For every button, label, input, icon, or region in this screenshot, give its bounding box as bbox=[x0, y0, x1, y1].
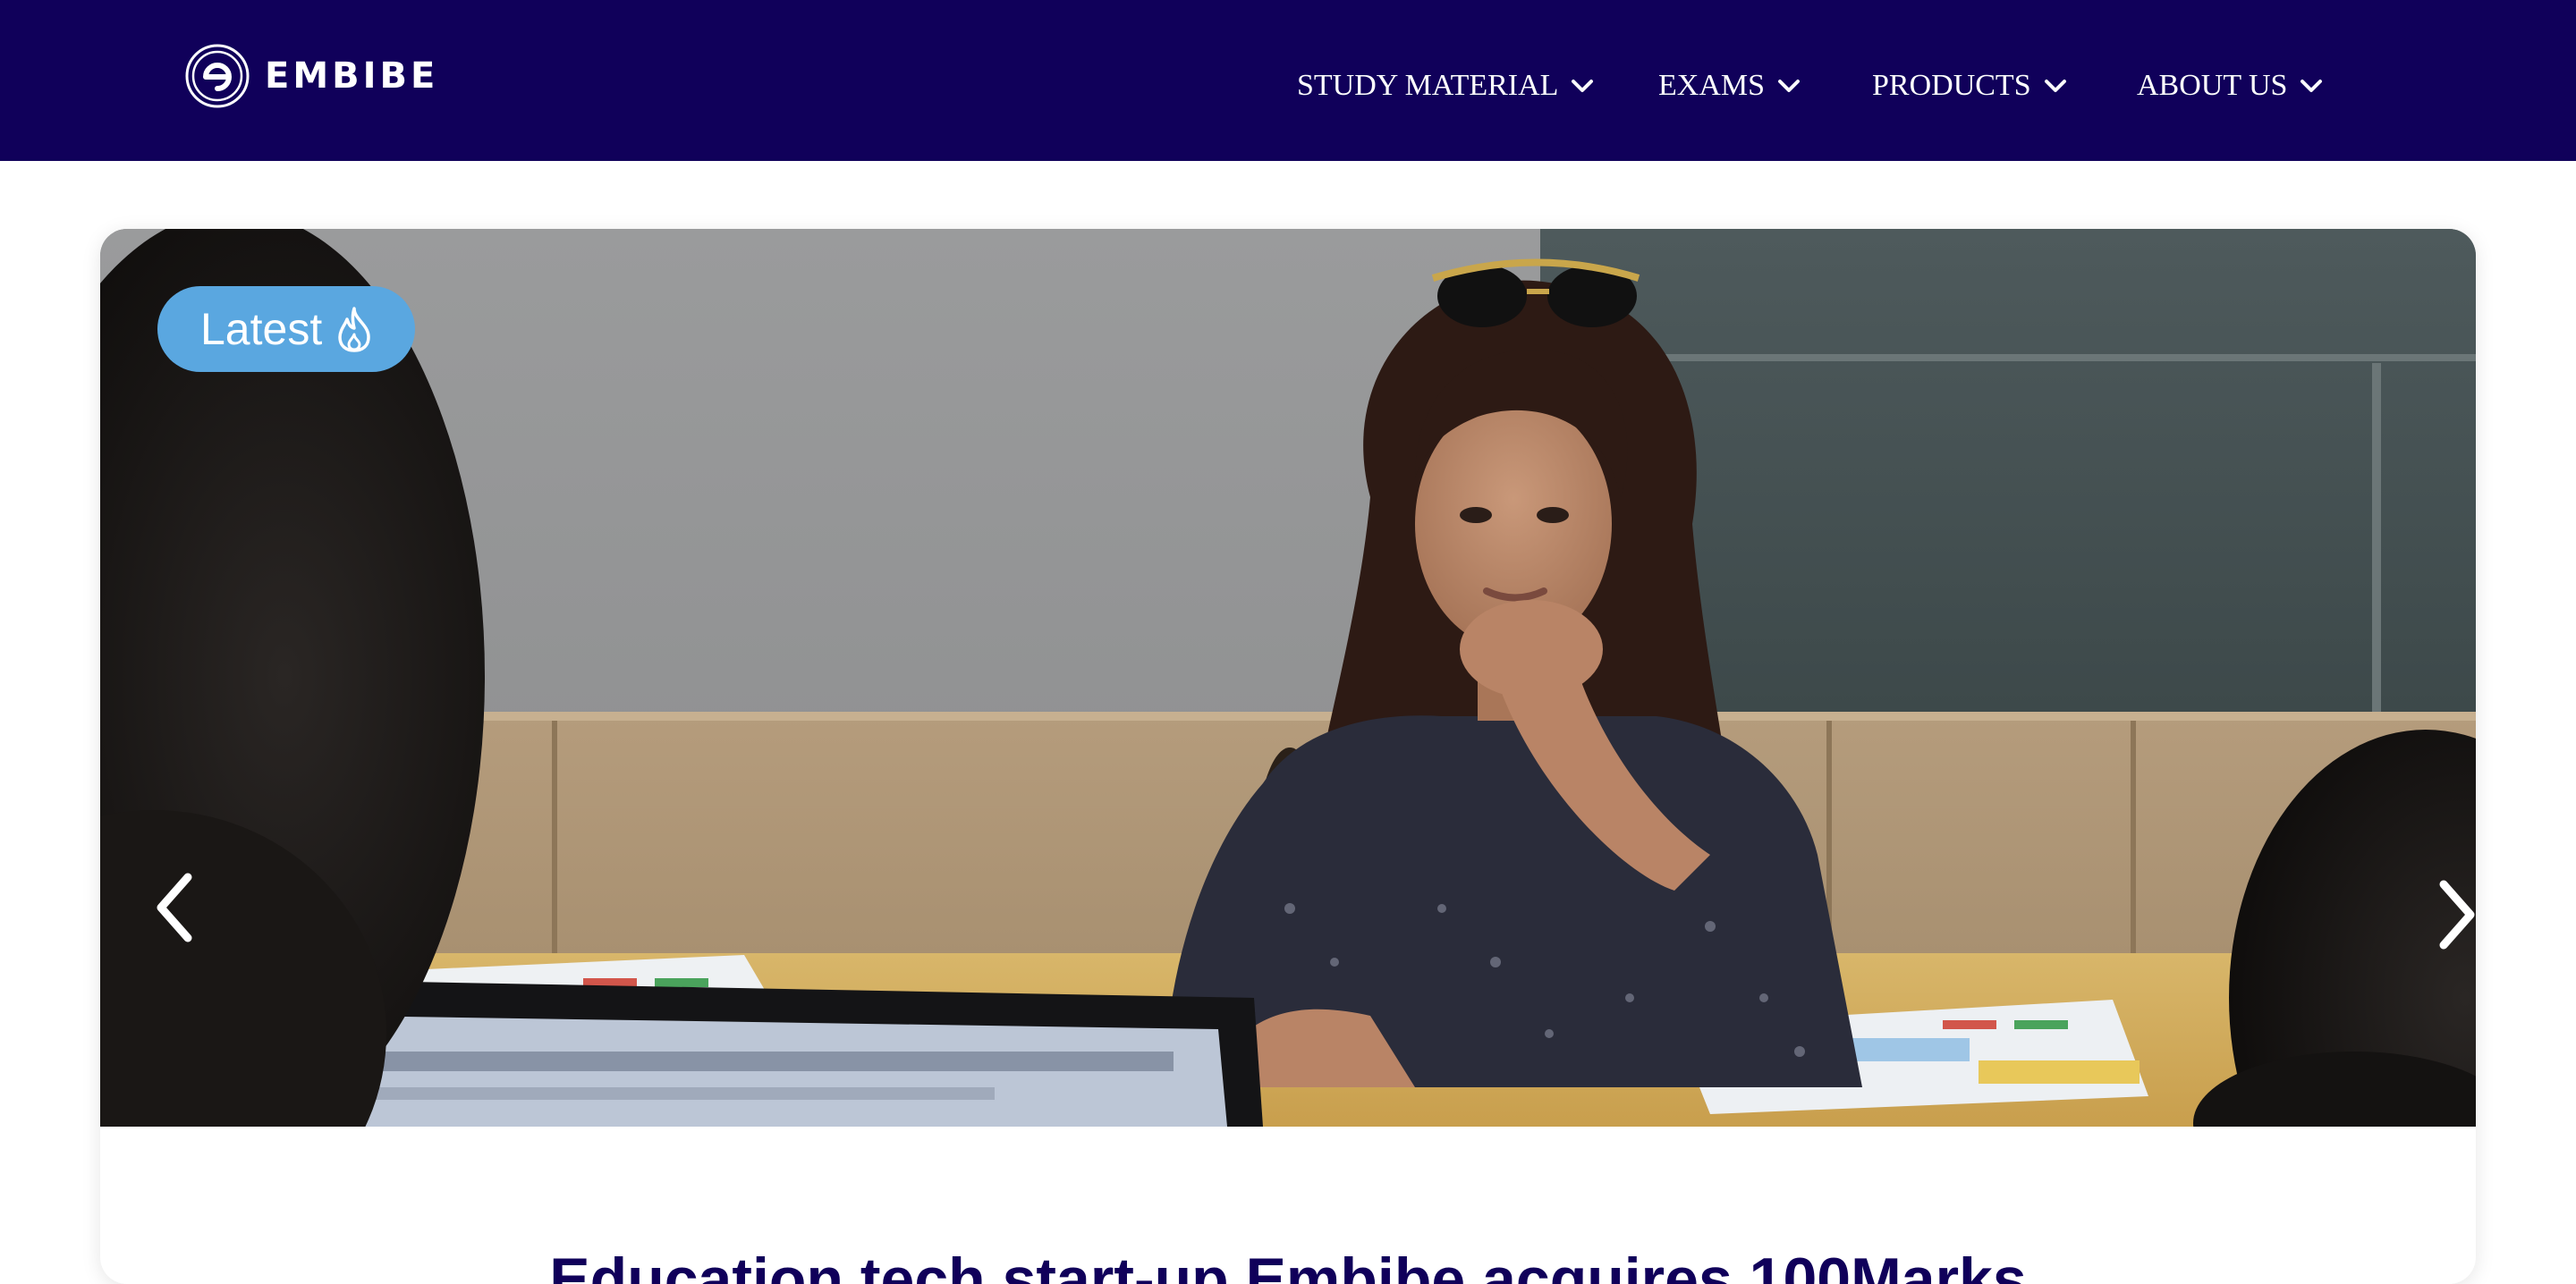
carousel-slide-headline[interactable]: Education tech start-up Embibe acquires … bbox=[100, 1245, 2476, 1284]
embibe-logo[interactable]: EMBIBE bbox=[184, 43, 438, 109]
nav-exams[interactable]: EXAMS bbox=[1658, 64, 1801, 107]
nav-exams-label: EXAMS bbox=[1658, 69, 1766, 102]
embibe-logo-text: EMBIBE bbox=[265, 55, 439, 97]
carousel-prev-button[interactable] bbox=[134, 858, 215, 957]
carousel-slide-image[interactable]: Latest bbox=[100, 229, 2476, 1127]
nav-products-label: PRODUCTS bbox=[1872, 69, 2031, 102]
nav-products[interactable]: PRODUCTS bbox=[1872, 64, 2067, 107]
site-header: EMBIBE STUDY MATERIAL EXAMS PRODUCTS ABO… bbox=[0, 0, 2576, 161]
nav-study-material[interactable]: STUDY MATERIAL bbox=[1297, 64, 1594, 107]
latest-badge: Latest bbox=[157, 286, 415, 372]
classroom-photo bbox=[100, 229, 2476, 1127]
nav-about-us-label: ABOUT US bbox=[2137, 69, 2288, 102]
nav-about-us[interactable]: ABOUT US bbox=[2137, 64, 2323, 107]
nav-study-material-label: STUDY MATERIAL bbox=[1297, 69, 1559, 102]
flame-icon bbox=[338, 307, 370, 352]
chevron-down-icon bbox=[2301, 80, 2323, 92]
news-carousel-card: Latest Education tech start-up Embibe ac… bbox=[100, 229, 2476, 1284]
carousel-next-button[interactable] bbox=[2417, 866, 2476, 964]
chevron-down-icon bbox=[1778, 80, 1801, 92]
chevron-down-icon bbox=[1572, 80, 1594, 92]
latest-badge-label: Latest bbox=[200, 304, 323, 354]
embibe-logo-icon bbox=[185, 44, 250, 108]
chevron-left-icon bbox=[157, 873, 192, 942]
chevron-down-icon bbox=[2044, 80, 2066, 92]
chevron-right-icon bbox=[2439, 880, 2475, 950]
